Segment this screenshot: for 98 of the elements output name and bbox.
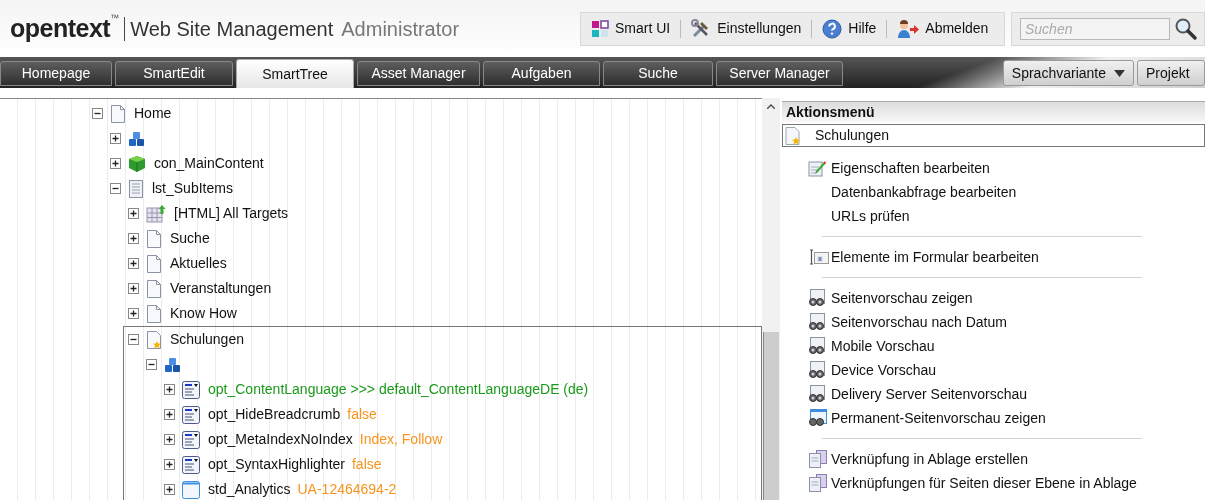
page-icon xyxy=(146,304,162,323)
tab[interactable]: Server Manager xyxy=(716,61,843,86)
tree-node-label[interactable]: Veranstaltungen xyxy=(170,278,272,299)
expand-toggle-icon[interactable] xyxy=(164,409,175,420)
menu-item[interactable]: Verknüpfungen für Seiten dieser Ebene in Ablage xyxy=(808,471,1137,495)
binoculars-icon xyxy=(808,361,826,379)
collapse-toggle-icon[interactable] xyxy=(110,183,121,194)
menu-item[interactable]: Eigenschaften bearbeiten xyxy=(808,156,990,180)
stacked-pages-icon xyxy=(808,450,828,468)
menu-item[interactable]: Elemente im Formular bearbeiten xyxy=(808,245,1039,269)
toolbar-button[interactable]: Abmelden xyxy=(895,15,991,42)
tree-node-label[interactable]: opt_SyntaxHighlighter xyxy=(208,454,345,475)
tree-node-label[interactable]: Know How xyxy=(170,303,237,324)
option-list-icon xyxy=(182,380,200,399)
collapse-toggle-icon[interactable] xyxy=(146,359,157,370)
expand-toggle-icon[interactable] xyxy=(128,208,139,219)
tree-node-value: UA-12464694-2 xyxy=(297,480,397,499)
binoculars-window-icon xyxy=(808,409,828,427)
expand-toggle-icon[interactable] xyxy=(128,258,139,269)
tab[interactable]: SmartEdit xyxy=(115,61,233,86)
form-field-icon xyxy=(808,248,830,266)
dropdown-button[interactable]: Sprachvariante xyxy=(1002,60,1134,86)
option-list-icon xyxy=(182,405,200,424)
tree-node-label[interactable]: std_Analytics xyxy=(208,479,291,500)
expand-toggle-icon[interactable] xyxy=(164,384,175,395)
scrollbar-thumb[interactable] xyxy=(763,332,779,500)
tree-node-label[interactable]: Suche xyxy=(170,228,210,249)
menu-item[interactable]: Mobile Vorschau xyxy=(808,334,935,358)
tree-node-value: false xyxy=(347,405,377,424)
expand-toggle-icon[interactable] xyxy=(128,308,139,319)
expand-toggle-icon[interactable] xyxy=(128,233,139,244)
page-icon xyxy=(146,279,162,298)
binoculars-icon xyxy=(808,385,826,403)
menu-item[interactable]: Seitenvorschau zeigen xyxy=(808,286,973,310)
option-list-icon xyxy=(182,455,200,474)
toolbar-button[interactable]: Smart UI xyxy=(589,15,673,42)
tab[interactable]: Homepage xyxy=(0,61,112,86)
edit-pencil-icon xyxy=(808,159,826,177)
search-icon[interactable] xyxy=(1174,16,1198,41)
expand-toggle-icon[interactable] xyxy=(110,133,121,144)
tree-node-label[interactable]: opt_MetaIndexNoIndex xyxy=(208,429,353,450)
window-icon xyxy=(182,480,200,499)
caret-icon xyxy=(1114,69,1125,77)
grid-arrow-icon xyxy=(146,204,166,223)
tree-node-label[interactable]: opt_HideBreadcrumb xyxy=(208,404,341,425)
tree-node-value: false xyxy=(352,455,382,474)
tab[interactable]: Asset Manager xyxy=(357,61,480,86)
collapse-toggle-icon[interactable] xyxy=(128,334,139,345)
page-icon xyxy=(110,104,126,123)
tree-node-label[interactable]: Aktuelles xyxy=(170,253,227,274)
dropdown-button[interactable]: Projekt xyxy=(1137,60,1205,86)
tree-node-label[interactable]: [HTML] All Targets xyxy=(174,203,289,224)
page-star-icon xyxy=(785,126,801,145)
page-icon xyxy=(146,229,162,248)
menu-item[interactable]: Seitenvorschau nach Datum xyxy=(808,310,1007,334)
scroll-up-icon[interactable] xyxy=(767,104,775,109)
binoculars-icon xyxy=(808,289,826,307)
tree-node-label[interactable]: con_MainContent xyxy=(154,153,264,174)
tab[interactable]: SmartTree xyxy=(236,59,354,88)
toolbar-button[interactable]: Hilfe xyxy=(820,15,879,42)
expand-toggle-icon[interactable] xyxy=(128,283,139,294)
option-list-icon xyxy=(182,430,200,449)
product-name: Web Site Management xyxy=(130,16,334,42)
menu-item[interactable]: Device Vorschau xyxy=(808,358,937,382)
expand-toggle-icon[interactable] xyxy=(164,434,175,445)
tab[interactable]: Aufgaben xyxy=(483,61,600,86)
tab[interactable]: Suche xyxy=(603,61,713,86)
search-field[interactable]: Suchen xyxy=(1020,17,1170,40)
binoculars-icon xyxy=(808,313,826,331)
expand-toggle-icon[interactable] xyxy=(110,158,121,169)
menu-item[interactable]: Delivery Server Seitenvorschau xyxy=(808,382,1028,406)
page-star-icon xyxy=(146,330,162,349)
logout-icon xyxy=(897,18,920,39)
menu-item[interactable]: Verknüpfung in Ablage erstellen xyxy=(808,447,1028,471)
expand-toggle-icon[interactable] xyxy=(164,484,175,495)
context-label: Schulungen xyxy=(815,126,889,145)
tree-node-label[interactable]: Home xyxy=(134,103,172,124)
grid-squares-icon xyxy=(591,19,609,38)
role-name: Administrator xyxy=(341,16,460,42)
expand-toggle-icon[interactable] xyxy=(164,459,175,470)
tree-node-value: Index, Follow xyxy=(359,430,443,449)
collapse-toggle-icon[interactable] xyxy=(92,108,103,119)
menu-item[interactable]: Datenbankabfrage bearbeiten xyxy=(808,180,1017,204)
menu-item[interactable]: Permanent-Seitenvorschau zeigen xyxy=(808,406,1046,430)
cube-icon xyxy=(128,154,146,173)
binoculars-icon xyxy=(808,337,826,355)
panel-title: Aktionsmenü xyxy=(782,101,1205,122)
page-icon xyxy=(146,254,162,273)
trademark: ™ xyxy=(110,11,120,23)
toolbar-button[interactable]: Einstellungen xyxy=(689,15,804,42)
tree-node-label[interactable]: Schulungen xyxy=(170,329,244,350)
list-page-icon xyxy=(128,179,144,198)
tree-node-label[interactable]: lst_SubItems xyxy=(152,178,233,199)
logo: opentext xyxy=(10,12,111,44)
help-icon xyxy=(822,18,843,39)
menu-item[interactable]: URLs prüfen xyxy=(808,204,910,228)
tree-node-label[interactable]: opt_ContentLanguage >>> default_ContentLanguageDE (de) xyxy=(208,379,589,400)
stacked-pages-icon xyxy=(808,474,828,492)
